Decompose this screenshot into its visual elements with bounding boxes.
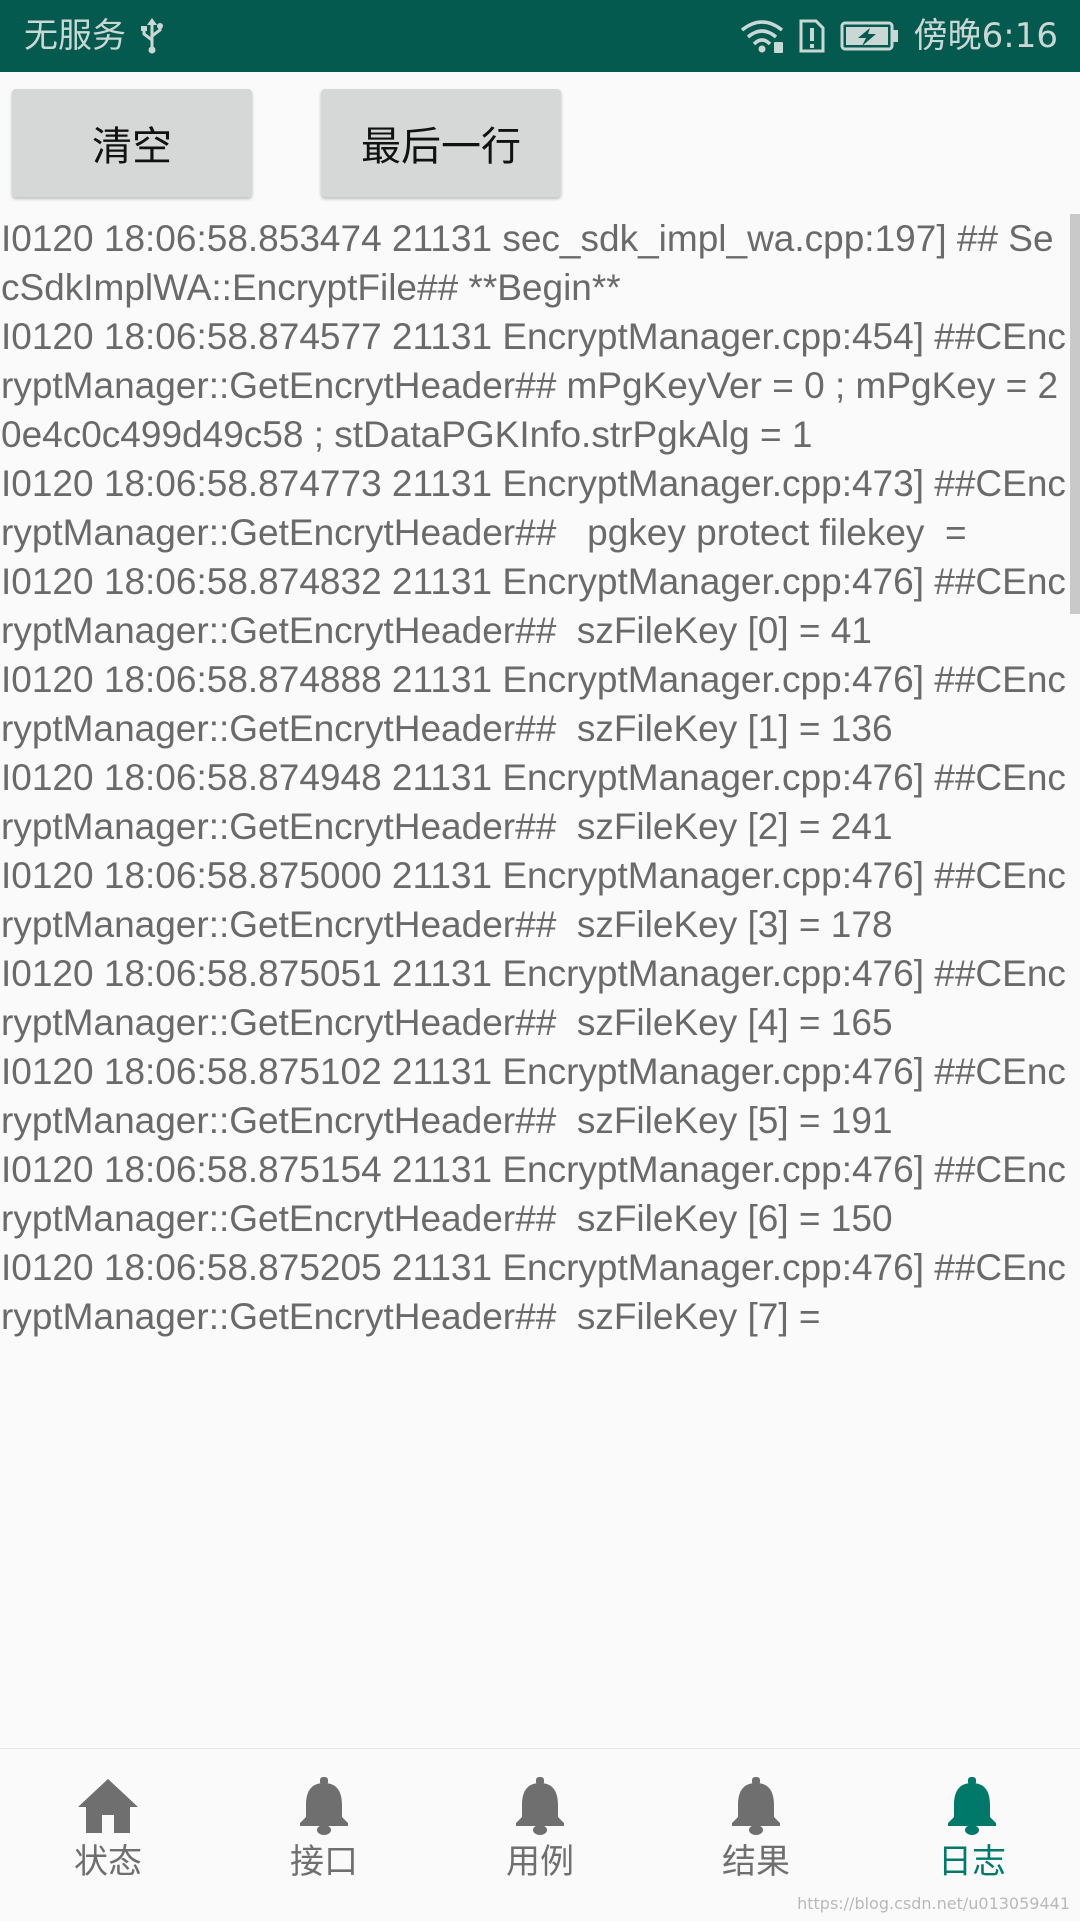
- alert-icon: [798, 18, 826, 54]
- bottom-navigation: 状态 接口 用例 结果 日志 https://blog.csdn.net/u01…: [0, 1748, 1080, 1921]
- nav-label-cases: 用例: [506, 1842, 574, 1882]
- watermark: https://blog.csdn.net/u013059441: [797, 1894, 1070, 1913]
- bell-icon: [292, 1777, 356, 1835]
- bell-icon: [940, 1777, 1004, 1835]
- wifi-icon: [740, 18, 784, 54]
- nav-label-interface: 接口: [290, 1842, 358, 1882]
- nav-item-cases[interactable]: 用例: [432, 1749, 648, 1921]
- nav-label-status: 状态: [74, 1842, 142, 1882]
- last-line-button[interactable]: 最后一行: [321, 89, 561, 197]
- status-bar: 无服务 傍晚6:16: [0, 0, 1080, 72]
- nav-item-interface[interactable]: 接口: [216, 1749, 432, 1921]
- bell-icon: [724, 1777, 788, 1835]
- nav-label-results: 结果: [722, 1842, 790, 1882]
- battery-charging-icon: [840, 19, 900, 53]
- home-icon: [76, 1777, 140, 1835]
- clock-text: 傍晚6:16: [913, 16, 1058, 56]
- usb-icon: [140, 18, 164, 54]
- log-text: I0120 18:06:58.853474 21131 sec_sdk_impl…: [1, 218, 1066, 1337]
- log-scroll-area[interactable]: I0120 18:06:58.853474 21131 sec_sdk_impl…: [0, 214, 1080, 1748]
- status-left: 无服务: [24, 18, 164, 54]
- bell-icon: [508, 1777, 572, 1835]
- log-scrollbar[interactable]: [1070, 214, 1080, 614]
- status-right: 傍晚6:16: [740, 18, 1058, 54]
- nav-label-log: 日志: [938, 1842, 1006, 1882]
- nav-item-status[interactable]: 状态: [0, 1749, 216, 1921]
- clear-button[interactable]: 清空: [12, 89, 252, 197]
- toolbar: 清空 最后一行: [0, 72, 1080, 210]
- carrier-text: 无服务: [24, 16, 126, 56]
